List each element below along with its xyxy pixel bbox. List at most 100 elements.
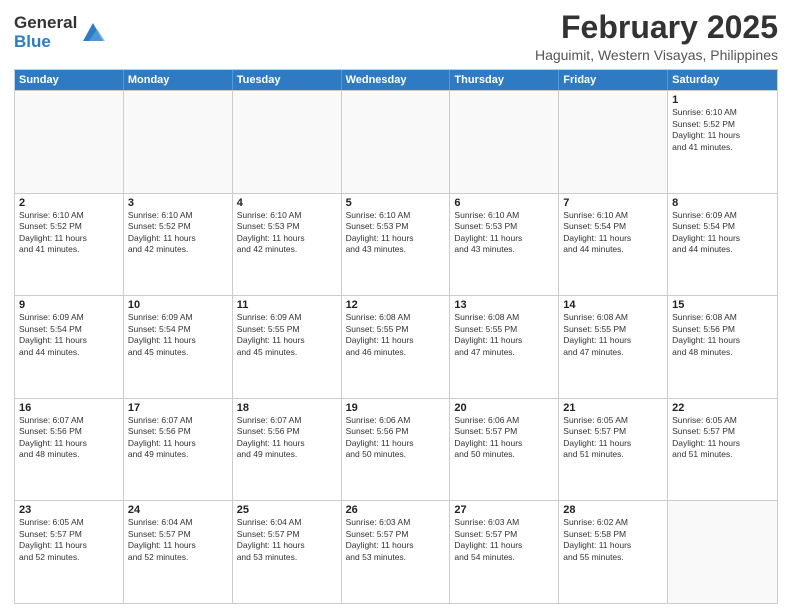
day-info: Sunrise: 6:05 AM Sunset: 5:57 PM Dayligh… xyxy=(563,415,663,461)
day-info: Sunrise: 6:10 AM Sunset: 5:52 PM Dayligh… xyxy=(19,210,119,256)
weekday-header-thursday: Thursday xyxy=(450,70,559,90)
day-info: Sunrise: 6:08 AM Sunset: 5:55 PM Dayligh… xyxy=(454,312,554,358)
empty-cell xyxy=(668,501,777,603)
day-number: 13 xyxy=(454,299,554,311)
empty-cell xyxy=(450,91,559,193)
weekday-header-monday: Monday xyxy=(124,70,233,90)
logo: General Blue xyxy=(14,14,107,51)
calendar-row-4: 23Sunrise: 6:05 AM Sunset: 5:57 PM Dayli… xyxy=(15,500,777,603)
day-cell-11: 11Sunrise: 6:09 AM Sunset: 5:55 PM Dayli… xyxy=(233,296,342,398)
logo-icon xyxy=(79,19,107,47)
day-number: 8 xyxy=(672,197,773,209)
day-cell-8: 8Sunrise: 6:09 AM Sunset: 5:54 PM Daylig… xyxy=(668,194,777,296)
day-number: 12 xyxy=(346,299,446,311)
day-number: 26 xyxy=(346,504,446,516)
empty-cell xyxy=(233,91,342,193)
day-cell-19: 19Sunrise: 6:06 AM Sunset: 5:56 PM Dayli… xyxy=(342,399,451,501)
calendar-row-1: 2Sunrise: 6:10 AM Sunset: 5:52 PM Daylig… xyxy=(15,193,777,296)
day-info: Sunrise: 6:06 AM Sunset: 5:57 PM Dayligh… xyxy=(454,415,554,461)
day-info: Sunrise: 6:10 AM Sunset: 5:54 PM Dayligh… xyxy=(563,210,663,256)
day-info: Sunrise: 6:09 AM Sunset: 5:54 PM Dayligh… xyxy=(19,312,119,358)
day-number: 9 xyxy=(19,299,119,311)
day-number: 14 xyxy=(563,299,663,311)
day-info: Sunrise: 6:03 AM Sunset: 5:57 PM Dayligh… xyxy=(346,517,446,563)
day-cell-6: 6Sunrise: 6:10 AM Sunset: 5:53 PM Daylig… xyxy=(450,194,559,296)
logo-general: General xyxy=(14,14,77,33)
page: General Blue February 2025 Haguimit, Wes… xyxy=(0,0,792,612)
day-info: Sunrise: 6:04 AM Sunset: 5:57 PM Dayligh… xyxy=(128,517,228,563)
day-cell-4: 4Sunrise: 6:10 AM Sunset: 5:53 PM Daylig… xyxy=(233,194,342,296)
day-cell-9: 9Sunrise: 6:09 AM Sunset: 5:54 PM Daylig… xyxy=(15,296,124,398)
day-info: Sunrise: 6:08 AM Sunset: 5:55 PM Dayligh… xyxy=(563,312,663,358)
day-info: Sunrise: 6:05 AM Sunset: 5:57 PM Dayligh… xyxy=(672,415,773,461)
day-info: Sunrise: 6:02 AM Sunset: 5:58 PM Dayligh… xyxy=(563,517,663,563)
calendar-body: 1Sunrise: 6:10 AM Sunset: 5:52 PM Daylig… xyxy=(15,90,777,603)
empty-cell xyxy=(342,91,451,193)
day-number: 17 xyxy=(128,402,228,414)
day-number: 7 xyxy=(563,197,663,209)
day-number: 22 xyxy=(672,402,773,414)
empty-cell xyxy=(124,91,233,193)
day-cell-27: 27Sunrise: 6:03 AM Sunset: 5:57 PM Dayli… xyxy=(450,501,559,603)
day-info: Sunrise: 6:10 AM Sunset: 5:52 PM Dayligh… xyxy=(128,210,228,256)
day-cell-2: 2Sunrise: 6:10 AM Sunset: 5:52 PM Daylig… xyxy=(15,194,124,296)
day-cell-28: 28Sunrise: 6:02 AM Sunset: 5:58 PM Dayli… xyxy=(559,501,668,603)
day-info: Sunrise: 6:10 AM Sunset: 5:52 PM Dayligh… xyxy=(672,107,773,153)
day-cell-13: 13Sunrise: 6:08 AM Sunset: 5:55 PM Dayli… xyxy=(450,296,559,398)
day-cell-12: 12Sunrise: 6:08 AM Sunset: 5:55 PM Dayli… xyxy=(342,296,451,398)
calendar-header: SundayMondayTuesdayWednesdayThursdayFrid… xyxy=(15,70,777,90)
day-info: Sunrise: 6:09 AM Sunset: 5:55 PM Dayligh… xyxy=(237,312,337,358)
day-number: 21 xyxy=(563,402,663,414)
day-info: Sunrise: 6:08 AM Sunset: 5:56 PM Dayligh… xyxy=(672,312,773,358)
day-info: Sunrise: 6:07 AM Sunset: 5:56 PM Dayligh… xyxy=(19,415,119,461)
day-cell-7: 7Sunrise: 6:10 AM Sunset: 5:54 PM Daylig… xyxy=(559,194,668,296)
day-info: Sunrise: 6:05 AM Sunset: 5:57 PM Dayligh… xyxy=(19,517,119,563)
day-number: 15 xyxy=(672,299,773,311)
day-info: Sunrise: 6:07 AM Sunset: 5:56 PM Dayligh… xyxy=(128,415,228,461)
empty-cell xyxy=(15,91,124,193)
logo-blue: Blue xyxy=(14,33,77,52)
subtitle: Haguimit, Western Visayas, Philippines xyxy=(535,47,778,63)
day-number: 18 xyxy=(237,402,337,414)
day-number: 2 xyxy=(19,197,119,209)
calendar-row-2: 9Sunrise: 6:09 AM Sunset: 5:54 PM Daylig… xyxy=(15,295,777,398)
day-info: Sunrise: 6:10 AM Sunset: 5:53 PM Dayligh… xyxy=(346,210,446,256)
day-cell-5: 5Sunrise: 6:10 AM Sunset: 5:53 PM Daylig… xyxy=(342,194,451,296)
day-cell-22: 22Sunrise: 6:05 AM Sunset: 5:57 PM Dayli… xyxy=(668,399,777,501)
day-cell-18: 18Sunrise: 6:07 AM Sunset: 5:56 PM Dayli… xyxy=(233,399,342,501)
day-number: 19 xyxy=(346,402,446,414)
day-cell-1: 1Sunrise: 6:10 AM Sunset: 5:52 PM Daylig… xyxy=(668,91,777,193)
weekday-header-saturday: Saturday xyxy=(668,70,777,90)
day-number: 27 xyxy=(454,504,554,516)
day-cell-17: 17Sunrise: 6:07 AM Sunset: 5:56 PM Dayli… xyxy=(124,399,233,501)
calendar-row-0: 1Sunrise: 6:10 AM Sunset: 5:52 PM Daylig… xyxy=(15,90,777,193)
day-number: 20 xyxy=(454,402,554,414)
day-cell-24: 24Sunrise: 6:04 AM Sunset: 5:57 PM Dayli… xyxy=(124,501,233,603)
day-number: 28 xyxy=(563,504,663,516)
title-block: February 2025 Haguimit, Western Visayas,… xyxy=(535,10,778,63)
day-number: 16 xyxy=(19,402,119,414)
day-info: Sunrise: 6:08 AM Sunset: 5:55 PM Dayligh… xyxy=(346,312,446,358)
weekday-header-friday: Friday xyxy=(559,70,668,90)
day-cell-16: 16Sunrise: 6:07 AM Sunset: 5:56 PM Dayli… xyxy=(15,399,124,501)
weekday-header-sunday: Sunday xyxy=(15,70,124,90)
day-cell-21: 21Sunrise: 6:05 AM Sunset: 5:57 PM Dayli… xyxy=(559,399,668,501)
day-info: Sunrise: 6:06 AM Sunset: 5:56 PM Dayligh… xyxy=(346,415,446,461)
day-number: 10 xyxy=(128,299,228,311)
day-info: Sunrise: 6:10 AM Sunset: 5:53 PM Dayligh… xyxy=(454,210,554,256)
day-cell-10: 10Sunrise: 6:09 AM Sunset: 5:54 PM Dayli… xyxy=(124,296,233,398)
day-number: 3 xyxy=(128,197,228,209)
weekday-header-wednesday: Wednesday xyxy=(342,70,451,90)
day-cell-20: 20Sunrise: 6:06 AM Sunset: 5:57 PM Dayli… xyxy=(450,399,559,501)
day-info: Sunrise: 6:10 AM Sunset: 5:53 PM Dayligh… xyxy=(237,210,337,256)
day-number: 1 xyxy=(672,94,773,106)
day-cell-26: 26Sunrise: 6:03 AM Sunset: 5:57 PM Dayli… xyxy=(342,501,451,603)
main-title: February 2025 xyxy=(535,10,778,45)
logo-text: General Blue xyxy=(14,14,77,51)
day-info: Sunrise: 6:03 AM Sunset: 5:57 PM Dayligh… xyxy=(454,517,554,563)
calendar: SundayMondayTuesdayWednesdayThursdayFrid… xyxy=(14,69,778,604)
day-number: 4 xyxy=(237,197,337,209)
day-number: 23 xyxy=(19,504,119,516)
day-cell-15: 15Sunrise: 6:08 AM Sunset: 5:56 PM Dayli… xyxy=(668,296,777,398)
day-number: 11 xyxy=(237,299,337,311)
